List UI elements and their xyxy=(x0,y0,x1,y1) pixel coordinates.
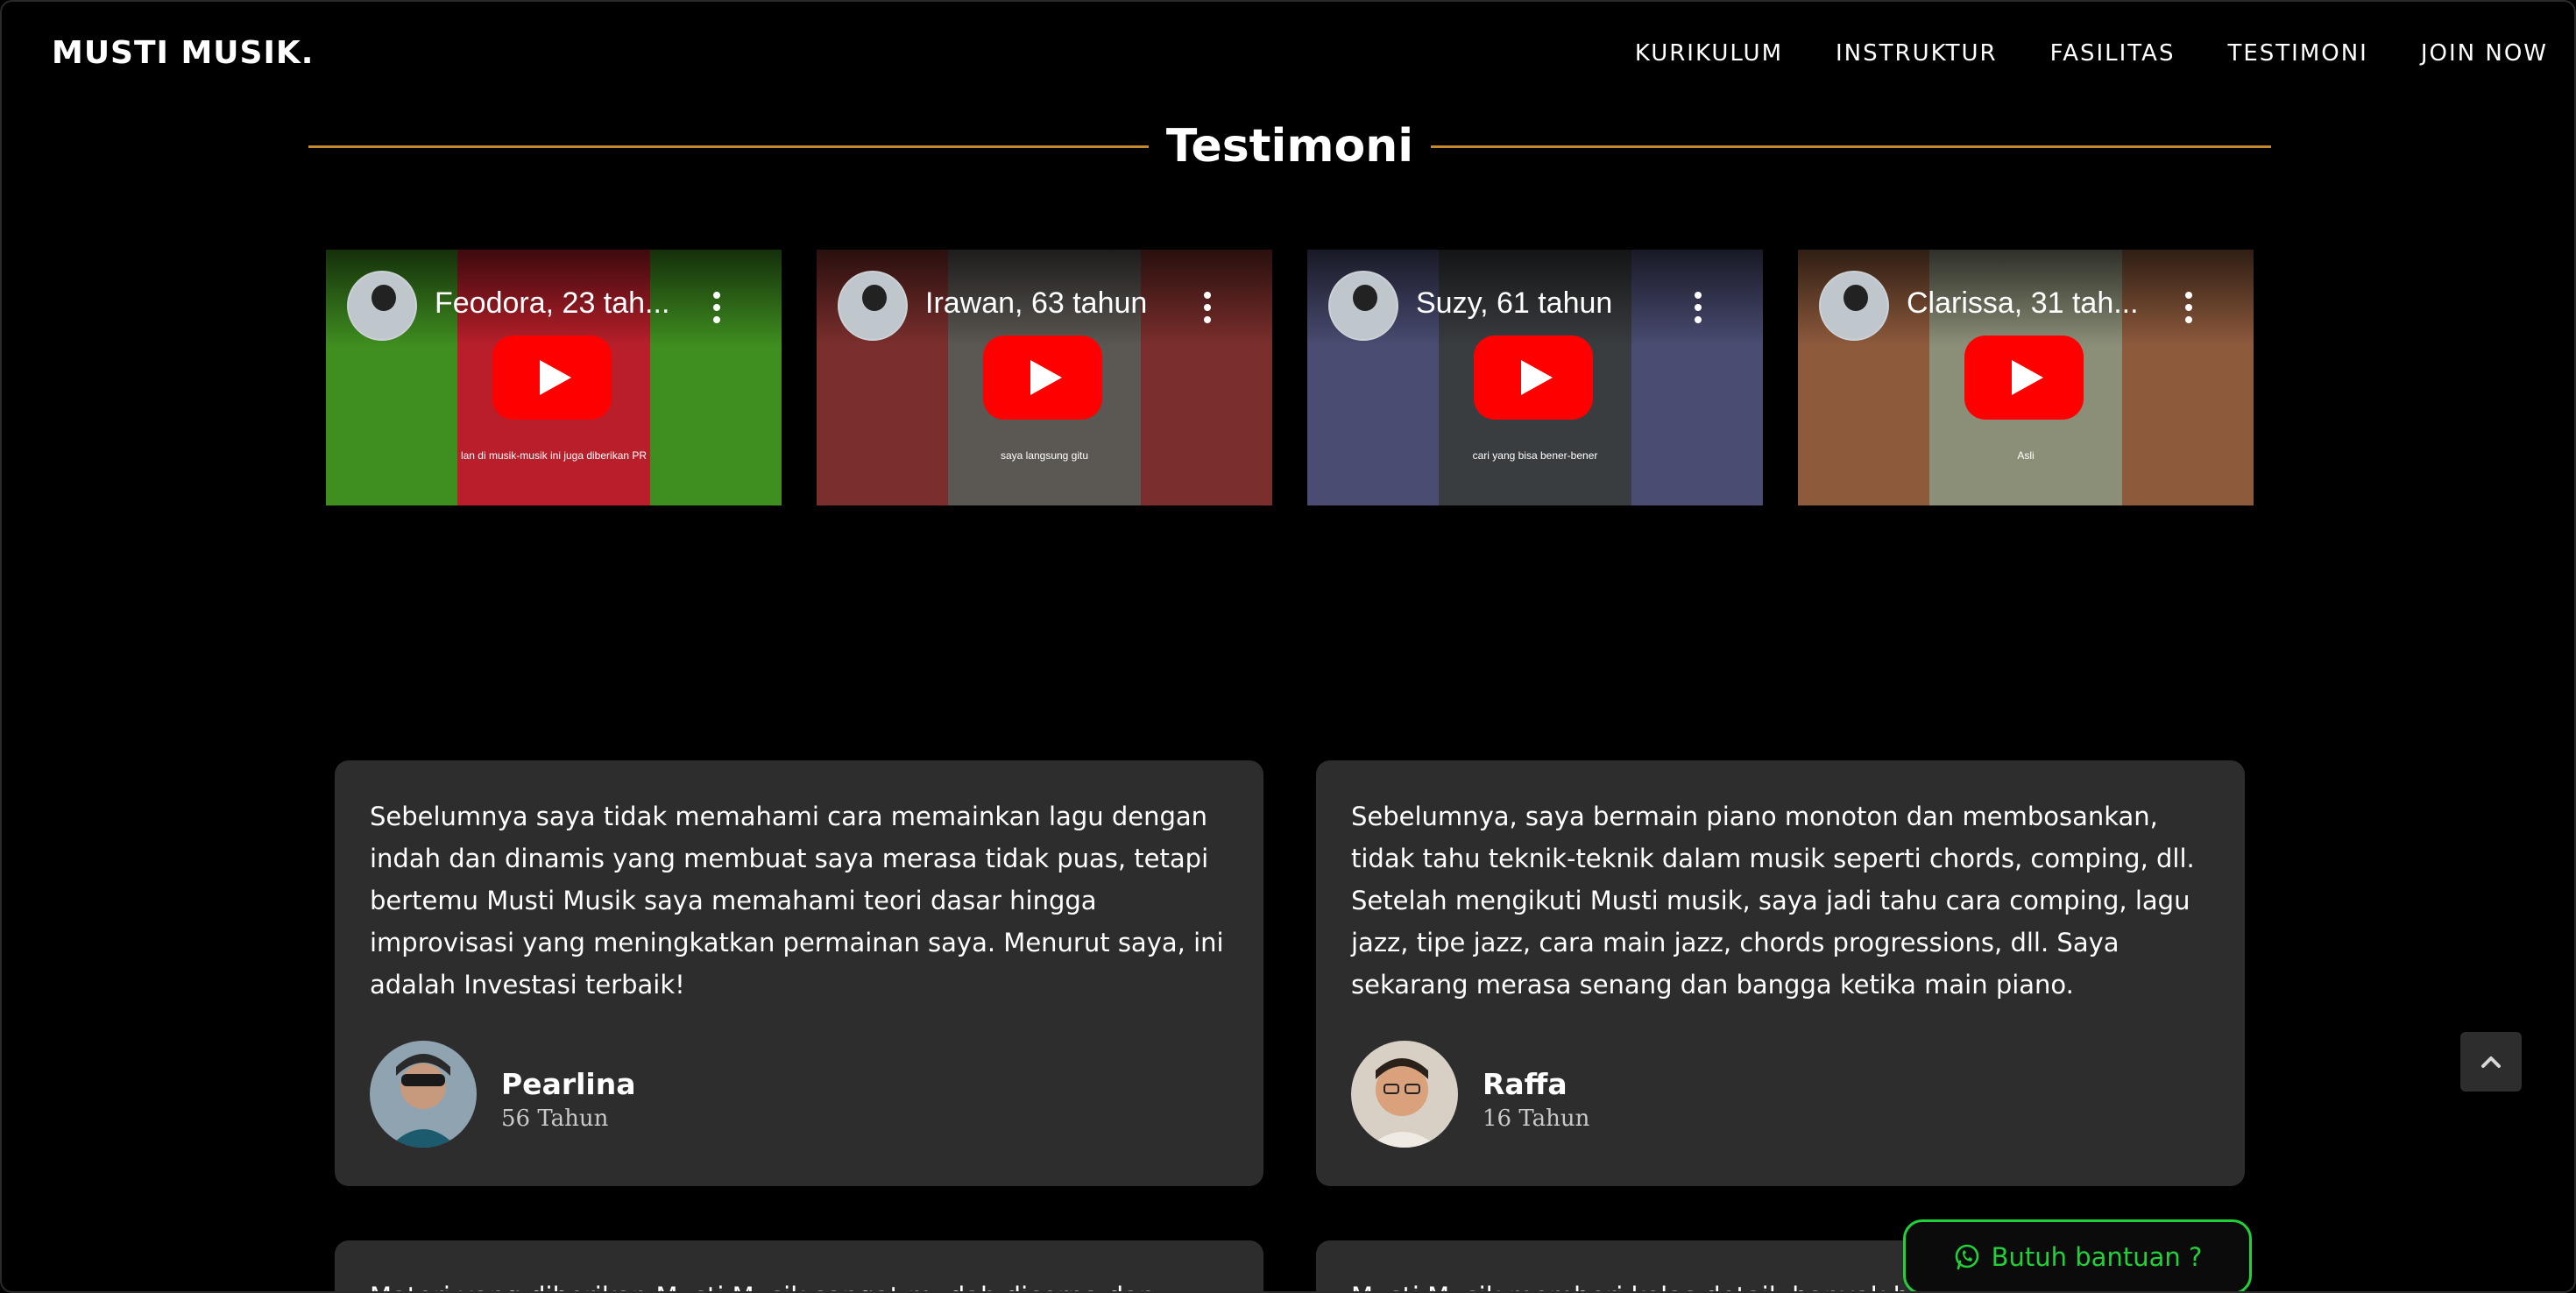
avatar xyxy=(1351,1041,1458,1148)
main-nav: KURIKULUM INSTRUKTUR FASILITAS TESTIMONI… xyxy=(1635,40,2548,67)
nav-testimoni[interactable]: TESTIMONI xyxy=(2227,40,2367,67)
video-title[interactable]: Feodora, 23 tah... xyxy=(435,286,669,321)
testimonial-name: Pearlina xyxy=(501,1067,636,1101)
section-heading: Testimoni xyxy=(308,116,2271,177)
back-to-top-button[interactable] xyxy=(2460,1032,2522,1092)
nav-join-now[interactable]: JOIN NOW xyxy=(2421,40,2548,67)
heading-divider-right xyxy=(1431,145,2271,148)
testimonial-age: 56 Tahun xyxy=(501,1106,609,1132)
video-row: Feodora, 23 tah... lan di musik-musik in… xyxy=(326,250,2254,505)
header: MUSTI MUSIK. KURIKULUM INSTRUKTUR FASILI… xyxy=(2,2,2574,107)
channel-avatar[interactable] xyxy=(347,271,417,341)
more-vertical-icon[interactable] xyxy=(2185,292,2192,323)
more-vertical-icon[interactable] xyxy=(1204,292,1211,323)
nav-instruktur[interactable]: INSTRUKTUR xyxy=(1836,40,1998,67)
section-title: Testimoni xyxy=(1165,120,1414,173)
avatar xyxy=(370,1041,477,1148)
video-title[interactable]: Clarissa, 31 tah... xyxy=(1907,286,2139,321)
testimonial-name: Raffa xyxy=(1483,1067,1568,1101)
testimonial-quote: Materi yang diberikan Musti Musik sangat… xyxy=(370,1275,1237,1291)
testimonial-age: 16 Tahun xyxy=(1483,1106,1590,1132)
brand-logo[interactable]: MUSTI MUSIK. xyxy=(52,35,314,71)
more-vertical-icon[interactable] xyxy=(1695,292,1702,323)
video-title[interactable]: Irawan, 63 tahun xyxy=(925,286,1147,321)
play-icon[interactable] xyxy=(1964,336,2084,420)
channel-avatar[interactable] xyxy=(838,271,908,341)
testimonial-card-raffa: Sebelumnya, saya bermain piano monoton d… xyxy=(1316,760,2245,1186)
video-embed-3[interactable]: Suzy, 61 tahun cari yang bisa bener-bene… xyxy=(1307,250,1763,505)
video-caption: cari yang bisa bener-bener xyxy=(1472,449,1598,462)
testimonial-quote: Sebelumnya, saya bermain piano monoton d… xyxy=(1351,802,2195,1000)
heading-divider-left xyxy=(308,145,1149,148)
channel-avatar[interactable] xyxy=(1819,271,1889,341)
nav-fasilitas[interactable]: FASILITAS xyxy=(2050,40,2176,67)
video-embed-4[interactable]: Clarissa, 31 tah... Asli xyxy=(1798,250,2254,505)
testimonial-card-pearlina: Sebelumnya saya tidak memahami cara mema… xyxy=(335,760,1263,1186)
video-caption: saya langsung gitu xyxy=(1000,449,1089,462)
testimonial-quote: Sebelumnya saya tidak memahami cara mema… xyxy=(370,802,1224,1000)
nav-kurikulum[interactable]: KURIKULUM xyxy=(1635,40,1783,67)
help-button-label: Butuh bantuan ? xyxy=(1991,1242,2203,1272)
video-embed-2[interactable]: Irawan, 63 tahun saya langsung gitu xyxy=(817,250,1272,505)
play-icon[interactable] xyxy=(983,336,1102,420)
channel-avatar[interactable] xyxy=(1328,271,1398,341)
video-caption: Asli xyxy=(2017,449,2035,462)
video-title[interactable]: Suzy, 61 tahun xyxy=(1416,286,1612,321)
chevron-up-icon xyxy=(2481,1056,2501,1068)
play-icon[interactable] xyxy=(492,336,612,420)
play-icon[interactable] xyxy=(1474,336,1593,420)
video-caption: lan di musik-musik ini juga diberikan PR xyxy=(460,449,648,462)
testimonial-card-3: Materi yang diberikan Musti Musik sangat… xyxy=(335,1240,1263,1291)
whatsapp-help-button[interactable]: Butuh bantuan ? xyxy=(1903,1219,2252,1291)
whatsapp-icon xyxy=(1955,1244,1978,1270)
page: MUSTI MUSIK. KURIKULUM INSTRUKTUR FASILI… xyxy=(0,0,2576,1293)
more-vertical-icon[interactable] xyxy=(713,292,720,323)
video-embed-1[interactable]: Feodora, 23 tah... lan di musik-musik in… xyxy=(326,250,782,505)
